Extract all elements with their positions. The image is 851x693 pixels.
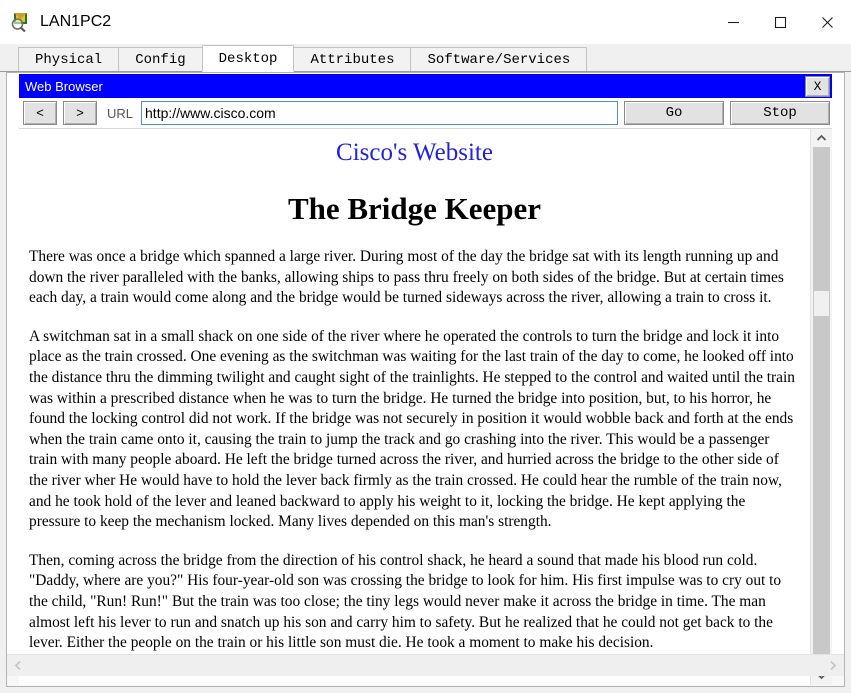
vertical-scrollbar[interactable] xyxy=(810,129,832,685)
page-area: Cisco's Website The Bridge Keeper There … xyxy=(19,128,832,685)
chevron-left-icon xyxy=(14,660,21,671)
device-tab-strip: Physical Config Desktop Attributes Softw… xyxy=(0,44,851,72)
story-paragraph: There was once a bridge which spanned a … xyxy=(29,248,784,307)
device-window: LAN1PC2 Physical Config Desktop Attribut… xyxy=(0,0,851,693)
vertical-scroll-track[interactable] xyxy=(811,147,832,667)
horizontal-scroll-track[interactable] xyxy=(29,655,822,676)
web-browser-title-bar: Web Browser X xyxy=(19,74,832,98)
close-icon xyxy=(822,16,833,28)
go-button[interactable]: Go xyxy=(624,101,724,125)
horizontal-scrollbar[interactable] xyxy=(7,654,844,676)
page-title: The Bridge Keeper xyxy=(287,191,542,226)
forward-button[interactable]: > xyxy=(63,101,97,125)
url-label: URL xyxy=(107,105,134,121)
web-browser-close-button[interactable]: X xyxy=(805,75,830,97)
story-paragraph: Then, coming across the bridge from the … xyxy=(29,551,782,652)
web-browser-title: Web Browser xyxy=(25,78,103,94)
maximize-icon xyxy=(774,16,787,28)
vertical-scroll-thumb[interactable] xyxy=(814,291,829,316)
chevron-up-icon xyxy=(816,134,827,141)
minimize-icon xyxy=(728,21,739,23)
web-browser-toolbar: < > URL Go Stop xyxy=(19,98,832,128)
scroll-left-button[interactable] xyxy=(7,655,29,676)
window-title-group: LAN1PC2 xyxy=(0,11,111,33)
tab-software-services[interactable]: Software/Services xyxy=(410,47,588,72)
window-title-text: LAN1PC2 xyxy=(40,13,112,30)
maximize-button[interactable] xyxy=(757,0,804,44)
chevron-right-icon xyxy=(830,660,837,671)
back-button[interactable]: < xyxy=(23,101,57,125)
window-title-bar: LAN1PC2 xyxy=(0,0,851,44)
packet-tracer-pc-icon xyxy=(10,11,32,33)
page-viewport: Cisco's Website The Bridge Keeper There … xyxy=(19,129,810,685)
web-browser-panel: Web Browser X < > URL Go Stop Cisco's We… xyxy=(19,74,832,685)
tab-desktop[interactable]: Desktop xyxy=(201,45,295,72)
tab-config[interactable]: Config xyxy=(118,47,203,72)
scroll-up-button[interactable] xyxy=(811,129,832,147)
desktop-content-frame: Web Browser X < > URL Go Stop Cisco's We… xyxy=(6,72,845,687)
url-input[interactable] xyxy=(141,101,618,125)
close-button[interactable] xyxy=(804,0,851,44)
window-controls xyxy=(710,0,851,44)
tab-attributes[interactable]: Attributes xyxy=(293,47,412,72)
story-paragraph: A switchman sat in a small shack on one … xyxy=(29,327,795,531)
scroll-right-button[interactable] xyxy=(822,655,844,676)
vertical-scroll-groove xyxy=(813,147,830,667)
tab-physical[interactable]: Physical xyxy=(18,47,120,72)
stop-button[interactable]: Stop xyxy=(730,101,830,125)
minimize-button[interactable] xyxy=(710,0,757,44)
site-link[interactable]: Cisco's Website xyxy=(29,139,800,167)
